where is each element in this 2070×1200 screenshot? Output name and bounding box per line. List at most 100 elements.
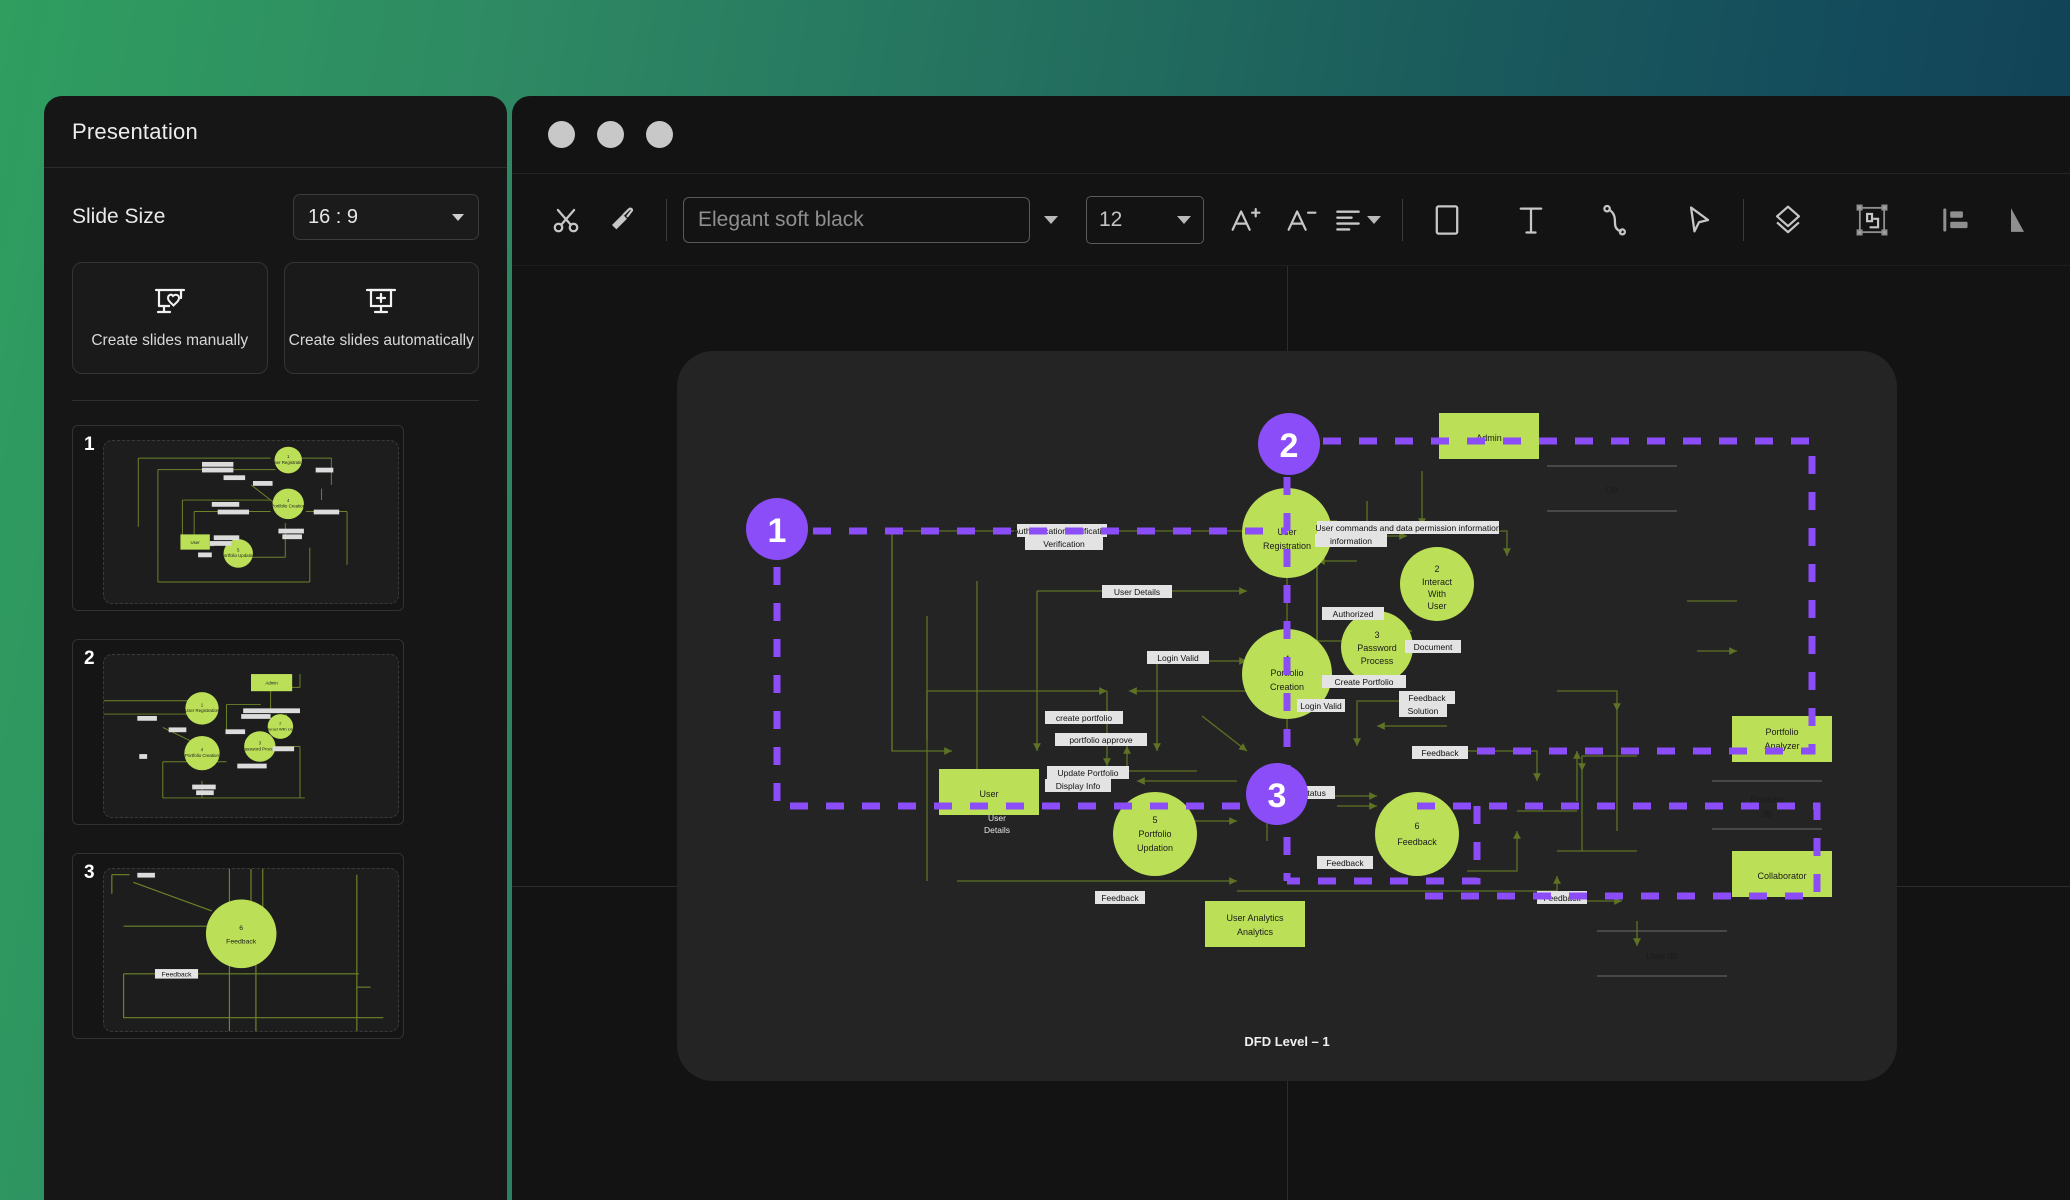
font-name-input[interactable]	[683, 196, 1030, 243]
slide-number: 3	[84, 862, 95, 883]
svg-text:portfolio approve: portfolio approve	[1069, 735, 1133, 745]
toolbar-divider	[666, 198, 667, 241]
slide-size-select[interactable]: 16 : 9	[293, 194, 479, 240]
svg-text:Feedback: Feedback	[1101, 893, 1139, 903]
chevron-down-icon	[452, 213, 464, 221]
svg-text:Create Portfolio: Create Portfolio	[1334, 677, 1393, 687]
svg-text:Interact With User: Interact With User	[265, 727, 297, 731]
svg-text:User commands and data permiss: User commands and data permission inform…	[1315, 523, 1500, 533]
svg-text:6: 6	[239, 925, 243, 932]
paint-brush-icon[interactable]	[594, 192, 650, 248]
svg-text:Update Portfolio: Update Portfolio	[1058, 768, 1119, 778]
datastore-userdb: User db	[1646, 951, 1678, 961]
svg-text:Details: Details	[984, 825, 1010, 835]
svg-text:Password Process: Password Process	[242, 746, 278, 751]
svg-text:Feedback: Feedback	[161, 972, 192, 979]
annotation-badge-1[interactable]: 1	[746, 498, 808, 560]
svg-text:Portfolio Updation: Portfolio Updation	[221, 553, 256, 558]
create-slides-manually-button[interactable]: Create slides manually	[72, 262, 268, 374]
toolbar-divider	[1743, 198, 1744, 241]
svg-text:User: User	[1427, 601, 1446, 611]
svg-text:Analytics: Analytics	[1237, 927, 1274, 937]
slide-thumbnail-2[interactable]: 2 Admin 1 User Registration 4 Portfolio …	[72, 639, 404, 825]
increase-font-icon[interactable]	[1218, 192, 1274, 248]
text-tool-icon[interactable]	[1503, 192, 1559, 248]
editor-window: 12	[512, 96, 2070, 1200]
align-left-icon[interactable]	[1928, 192, 1984, 248]
group-frame-icon[interactable]	[1844, 192, 1900, 248]
font-size-value: 12	[1099, 207, 1123, 231]
svg-text:Creation: Creation	[1270, 682, 1304, 692]
rectangle-shape-icon[interactable]	[1419, 192, 1475, 248]
svg-text:Collaborator: Collaborator	[1757, 871, 1806, 881]
thumbnail-diagram-2: Admin 1 User Registration 4 Portfolio Cr…	[104, 674, 305, 799]
svg-text:Password: Password	[1357, 643, 1397, 653]
thumbnail-preview: Admin 1 User Registration 4 Portfolio Cr…	[103, 654, 399, 818]
slide-thumbnail-1[interactable]: 1 1 User Registration 4 Portfolio Creati…	[72, 425, 404, 611]
svg-text:Feedback: Feedback	[1397, 837, 1437, 847]
window-close-button[interactable]	[548, 121, 575, 148]
datastore-portfoliodb-l2: db	[1762, 809, 1772, 819]
svg-text:2: 2	[1280, 427, 1299, 465]
thumbnail-diagram-3: 6 Feedback Feedback	[111, 869, 384, 1031]
svg-text:Portfolio: Portfolio	[1765, 727, 1798, 737]
current-slide[interactable]: DB User db Portfolio db Admin User User …	[677, 351, 1897, 1081]
shape-tool-icon[interactable]	[1998, 192, 2024, 248]
cut-icon[interactable]	[538, 192, 594, 248]
window-minimize-button[interactable]	[597, 121, 624, 148]
process-2-interact-with-user: 2 Interact With User	[1400, 547, 1474, 621]
svg-text:Login Valid: Login Valid	[1300, 701, 1342, 711]
font-name-dropdown-caret[interactable]	[1044, 215, 1058, 224]
slide-size-row: Slide Size 16 : 9	[44, 168, 507, 240]
slide-size-label: Slide Size	[72, 205, 166, 228]
entity-user-analytics: User Analytics Analytics	[1205, 901, 1305, 947]
svg-text:Document: Document	[1414, 642, 1453, 652]
slide-canvas-area[interactable]: DB User db Portfolio db Admin User User …	[512, 266, 2070, 1200]
create-slides-manually-label: Create slides manually	[91, 332, 249, 349]
svg-text:Feedback: Feedback	[226, 938, 257, 945]
svg-text:Admin: Admin	[265, 681, 278, 686]
decrease-font-icon[interactable]	[1274, 192, 1330, 248]
process-3-password-process: 3 Password Process	[1341, 611, 1413, 683]
create-slides-automatically-button[interactable]: Create slides automatically	[283, 262, 479, 374]
layers-icon[interactable]	[1760, 192, 1816, 248]
pointer-tool-icon[interactable]	[1671, 192, 1727, 248]
svg-text:Feedback: Feedback	[1326, 858, 1364, 868]
slide-thumbnail-3[interactable]: 3 6 Feedback Feedback	[72, 853, 404, 1039]
thumbnail-preview: 6 Feedback Feedback	[103, 868, 399, 1032]
dfd-diagram: DB User db Portfolio db Admin User User …	[746, 413, 1832, 1049]
svg-text:5: 5	[1152, 815, 1157, 825]
svg-text:Portfolio: Portfolio	[1138, 829, 1171, 839]
svg-text:User: User	[979, 789, 998, 799]
svg-text:3: 3	[1268, 777, 1287, 815]
svg-text:Authorized: Authorized	[1333, 609, 1374, 619]
connector-tool-icon[interactable]	[1587, 192, 1643, 248]
annotation-badge-3[interactable]: 3	[1246, 763, 1308, 825]
font-size-select[interactable]: 12	[1086, 195, 1204, 244]
slide-size-value: 16 : 9	[308, 205, 359, 228]
svg-text:With: With	[1428, 589, 1446, 599]
toolbar-divider	[1402, 198, 1403, 241]
slide-number: 2	[84, 648, 95, 669]
svg-text:User Analytics: User Analytics	[1226, 913, 1284, 923]
datastore-db: DB	[1606, 485, 1619, 495]
svg-text:Process: Process	[1361, 656, 1394, 666]
slide-number: 1	[84, 434, 95, 455]
svg-text:2: 2	[279, 722, 281, 726]
svg-text:3: 3	[1374, 630, 1379, 640]
svg-text:Portfolio Creation: Portfolio Creation	[271, 504, 306, 509]
svg-text:Solution: Solution	[1408, 706, 1439, 716]
toolbar: 12	[512, 174, 2070, 266]
align-dropdown-caret	[1367, 215, 1381, 224]
svg-text:Authentication Verification: Authentication Verification	[1013, 526, 1111, 536]
app-root: Presentation Slide Size 16 : 9 Create sl…	[0, 0, 2070, 1200]
svg-text:User Registration: User Registration	[271, 460, 306, 465]
svg-text:create portfolio: create portfolio	[1056, 713, 1112, 723]
entity-admin: Admin	[1439, 413, 1539, 459]
align-text-icon[interactable]	[1330, 192, 1386, 248]
svg-text:User: User	[191, 540, 201, 545]
window-maximize-button[interactable]	[646, 121, 673, 148]
svg-text:User: User	[988, 813, 1006, 823]
svg-text:Login Valid: Login Valid	[1157, 653, 1199, 663]
annotation-badge-2[interactable]: 2	[1258, 413, 1320, 475]
